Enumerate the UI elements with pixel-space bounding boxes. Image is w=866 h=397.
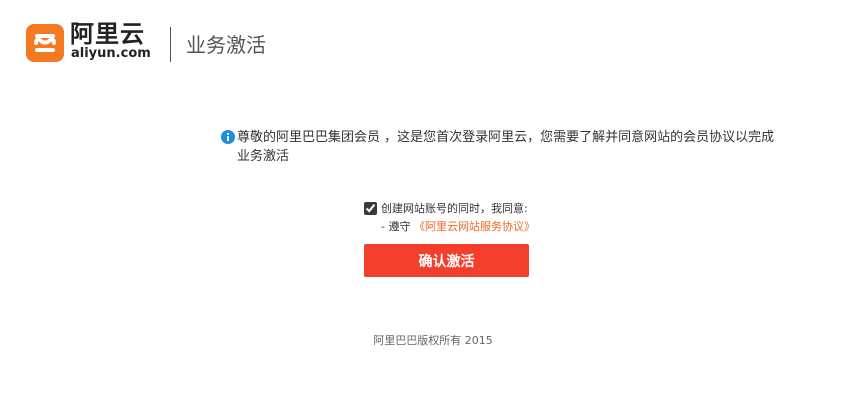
logo-text-en[interactable]: aliyun.com — [71, 46, 151, 62]
footer-copyright: 阿里巴巴版权所有 2015 — [373, 334, 493, 347]
info-icon — [221, 130, 235, 144]
page-title: 业务激活 — [186, 33, 266, 57]
notice-text: 尊敬的阿里巴巴集团会员 ，这是您首次登录阿里云，您需要了解并同意网站的会员协议以… — [237, 130, 775, 164]
page-header: 阿里云 aliyun.com 业务激活 — [0, 0, 866, 80]
aliyun-logo-icon[interactable] — [26, 24, 64, 62]
agree-label: 创建网站账号的同时，我同意: — [381, 202, 528, 215]
agreement-row: 创建网站账号的同时，我同意: — [364, 202, 564, 218]
activation-notice: 尊敬的阿里巴巴集团会员 ，这是您首次登录阿里云，您需要了解并同意网站的会员协议以… — [221, 128, 786, 166]
term-prefix: - 遵守 — [381, 220, 411, 233]
header-divider — [170, 27, 171, 62]
logo-text-cn[interactable]: 阿里云 — [70, 20, 145, 48]
service-agreement-link[interactable]: 《阿里云网站服务协议》 — [414, 220, 535, 233]
confirm-activate-button[interactable]: 确认激活 — [364, 244, 529, 277]
agree-checkbox[interactable] — [364, 202, 377, 215]
agreement-term: - 遵守 《阿里云网站服务协议》 — [381, 220, 535, 234]
